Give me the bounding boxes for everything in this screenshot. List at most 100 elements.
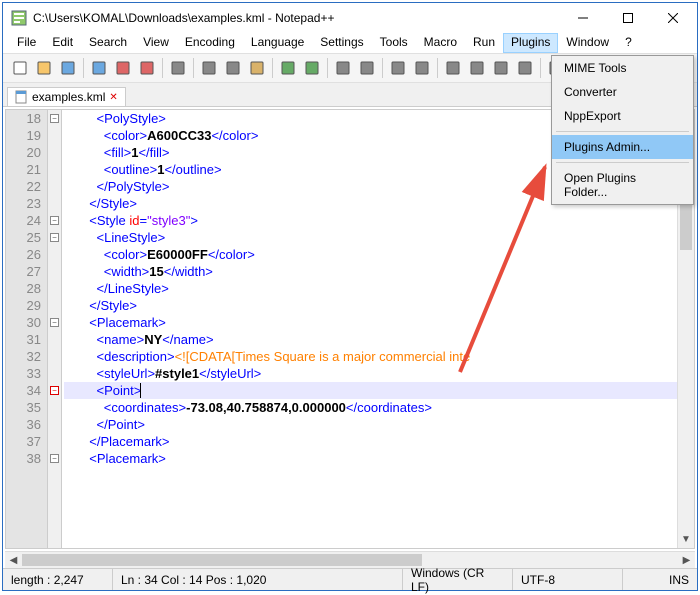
fold-toggle[interactable]: − xyxy=(50,318,59,327)
code-line[interactable]: <name>NY</name> xyxy=(64,331,677,348)
scroll-right-arrow[interactable]: ▶ xyxy=(678,555,695,566)
line-number: 24 xyxy=(6,212,41,229)
scroll-down-arrow[interactable]: ▼ xyxy=(678,531,694,548)
line-number: 20 xyxy=(6,144,41,161)
close-window-button[interactable] xyxy=(650,4,695,32)
undo-button[interactable] xyxy=(277,57,299,79)
zoom-out-button[interactable] xyxy=(411,57,433,79)
menu-edit[interactable]: Edit xyxy=(44,33,81,53)
menu-help[interactable]: ? xyxy=(617,33,640,53)
redo-button[interactable] xyxy=(301,57,323,79)
code-line[interactable]: <description><![CDATA[Times Square is a … xyxy=(64,348,677,365)
line-number: 28 xyxy=(6,280,41,297)
code-line[interactable]: <Placemark> xyxy=(64,450,677,467)
scroll-left-arrow[interactable]: ◀ xyxy=(5,555,22,566)
line-number: 19 xyxy=(6,127,41,144)
code-line[interactable]: <color>E60000FF</color> xyxy=(64,246,677,263)
open-button[interactable] xyxy=(33,57,55,79)
line-number: 26 xyxy=(6,246,41,263)
menu-search[interactable]: Search xyxy=(81,33,135,53)
code-line[interactable]: </Style> xyxy=(64,297,677,314)
tab-close-icon[interactable]: ✕ xyxy=(109,92,119,102)
fold-toggle[interactable]: − xyxy=(50,386,59,395)
plugins-menu-open-plugins-folder[interactable]: Open Plugins Folder... xyxy=(552,166,693,204)
fold-gutter[interactable]: − − − − − − xyxy=(48,110,62,548)
horizontal-scrollbar[interactable]: ◀ ▶ xyxy=(5,551,695,568)
menu-language[interactable]: Language xyxy=(243,33,312,53)
line-number: 22 xyxy=(6,178,41,195)
menu-file[interactable]: File xyxy=(9,33,44,53)
menu-plugins[interactable]: Plugins xyxy=(503,33,558,53)
plugins-menu-nppexport[interactable]: NppExport xyxy=(552,104,693,128)
code-line[interactable]: </Point> xyxy=(64,416,677,433)
app-icon xyxy=(11,10,27,26)
find-button[interactable] xyxy=(332,57,354,79)
line-number: 32 xyxy=(6,348,41,365)
save-button[interactable] xyxy=(57,57,79,79)
line-number: 33 xyxy=(6,365,41,382)
code-line[interactable]: <Placemark> xyxy=(64,314,677,331)
line-number: 27 xyxy=(6,263,41,280)
title-bar: C:\Users\KOMAL\Downloads\examples.kml - … xyxy=(3,3,697,33)
plugins-menu-dropdown: MIME ToolsConverterNppExport Plugins Admi… xyxy=(551,55,694,205)
indent-button[interactable] xyxy=(514,57,536,79)
code-line[interactable]: <styleUrl>#style1</styleUrl> xyxy=(64,365,677,382)
menu-encoding[interactable]: Encoding xyxy=(177,33,243,53)
status-length: length : 2,247 xyxy=(3,569,113,590)
copy-button[interactable] xyxy=(222,57,244,79)
close-all-button[interactable] xyxy=(136,57,158,79)
line-number: 31 xyxy=(6,331,41,348)
close-button[interactable] xyxy=(112,57,134,79)
zoom-in-button[interactable] xyxy=(387,57,409,79)
line-number: 25 xyxy=(6,229,41,246)
fold-toggle[interactable]: − xyxy=(50,233,59,242)
line-number: 38 xyxy=(6,450,41,467)
menu-window[interactable]: Window xyxy=(558,33,617,53)
show-all-button[interactable] xyxy=(490,57,512,79)
cut-button[interactable] xyxy=(198,57,220,79)
code-line[interactable]: </Placemark> xyxy=(64,433,677,450)
code-line[interactable]: <coordinates>-73.08,40.758874,0.000000</… xyxy=(64,399,677,416)
print-button[interactable] xyxy=(167,57,189,79)
scroll-h-thumb[interactable] xyxy=(22,554,422,566)
fold-toggle[interactable]: − xyxy=(50,216,59,225)
code-line[interactable]: <width>15</width> xyxy=(64,263,677,280)
menu-view[interactable]: View xyxy=(135,33,177,53)
line-number: 37 xyxy=(6,433,41,450)
status-bar: length : 2,247 Ln : 34 Col : 14 Pos : 1,… xyxy=(3,568,697,590)
maximize-button[interactable] xyxy=(605,4,650,32)
status-position: Ln : 34 Col : 14 Pos : 1,020 xyxy=(113,569,403,590)
line-number: 23 xyxy=(6,195,41,212)
replace-button[interactable] xyxy=(356,57,378,79)
status-ins: INS xyxy=(623,569,697,590)
save-all-button[interactable] xyxy=(88,57,110,79)
line-number-gutter: 1819202122232425262728293031323334353637… xyxy=(6,110,48,548)
code-line[interactable]: <Style id="style3"> xyxy=(64,212,677,229)
menu-settings[interactable]: Settings xyxy=(312,33,371,53)
paste-button[interactable] xyxy=(246,57,268,79)
menu-run[interactable]: Run xyxy=(465,33,503,53)
plugins-menu-mime-tools[interactable]: MIME Tools xyxy=(552,56,693,80)
plugins-menu-converter[interactable]: Converter xyxy=(552,80,693,104)
status-eol: Windows (CR LF) xyxy=(403,569,513,590)
code-line[interactable]: <LineStyle> xyxy=(64,229,677,246)
line-number: 35 xyxy=(6,399,41,416)
window-title: C:\Users\KOMAL\Downloads\examples.kml - … xyxy=(33,11,560,25)
menu-tools[interactable]: Tools xyxy=(372,33,416,53)
line-number: 21 xyxy=(6,161,41,178)
fold-toggle[interactable]: − xyxy=(50,114,59,123)
code-line[interactable]: <Point> xyxy=(64,382,677,399)
plugins-menu-plugins-admin[interactable]: Plugins Admin... xyxy=(552,135,693,159)
file-tab[interactable]: examples.kml ✕ xyxy=(7,87,126,106)
code-line[interactable]: </LineStyle> xyxy=(64,280,677,297)
new-button[interactable] xyxy=(9,57,31,79)
menu-macro[interactable]: Macro xyxy=(416,33,465,53)
wrap-button[interactable] xyxy=(466,57,488,79)
minimize-button[interactable] xyxy=(560,4,605,32)
line-number: 30 xyxy=(6,314,41,331)
fold-toggle[interactable]: − xyxy=(50,454,59,463)
line-number: 29 xyxy=(6,297,41,314)
sync-button[interactable] xyxy=(442,57,464,79)
file-icon xyxy=(14,90,28,104)
line-number: 34 xyxy=(6,382,41,399)
